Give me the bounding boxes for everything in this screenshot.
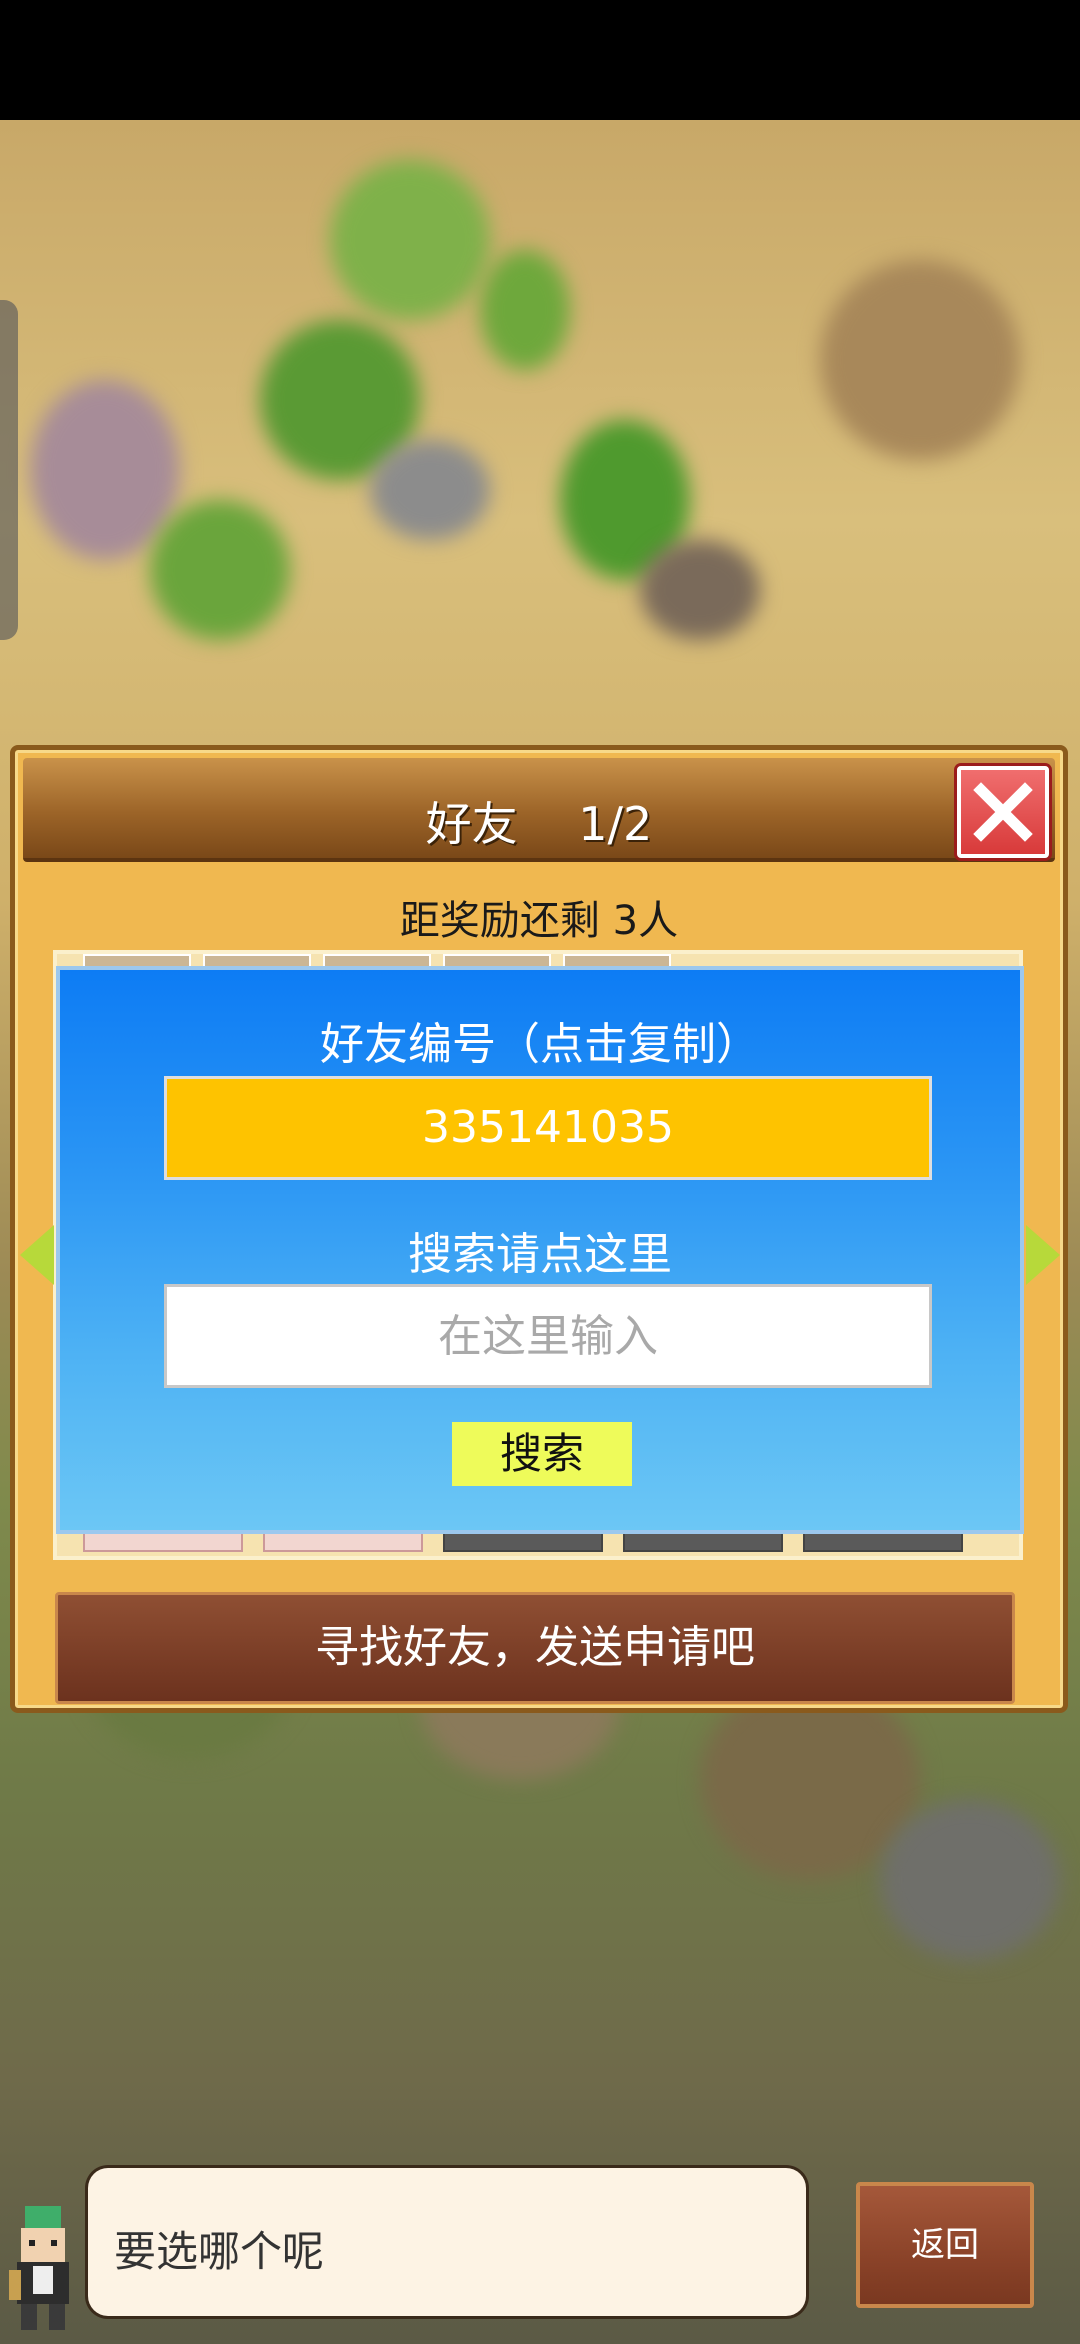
friend-id-copy-box[interactable]: 335141035 [164,1076,932,1180]
search-button[interactable]: 搜索 [452,1422,632,1486]
message-text: 要选哪个呢 [114,2227,325,2276]
search-input[interactable] [164,1284,932,1388]
dialog-header: 好友 1/2 [23,758,1055,862]
close-button[interactable] [957,766,1049,858]
game-screen: 好友 1/2 距奖励还剩 3人 寻找好友，发送申请吧 好友编号（点击复制） 33… [0,0,1080,2344]
arrow-left-icon[interactable] [20,1225,54,1285]
character-avatar-icon [0,2192,86,2332]
dialog-title: 好友 1/2 [425,797,653,851]
arrow-right-icon[interactable] [1026,1225,1060,1285]
back-button[interactable]: 返回 [856,2182,1034,2308]
search-label: 搜索请点这里 [408,1229,672,1280]
close-icon [973,782,1033,842]
friend-search-panel: 好友编号（点击复制） 335141035 搜索请点这里 搜索 [56,966,1024,1534]
status-bar [0,0,1080,120]
side-drawer-handle[interactable] [0,300,18,640]
friend-id-label: 好友编号（点击复制） [320,1019,760,1070]
reward-progress-text: 距奖励还剩 3人 [399,898,679,944]
message-box: 要选哪个呢 [88,2168,806,2316]
find-friends-button[interactable]: 寻找好友，发送申请吧 [55,1592,1015,1704]
